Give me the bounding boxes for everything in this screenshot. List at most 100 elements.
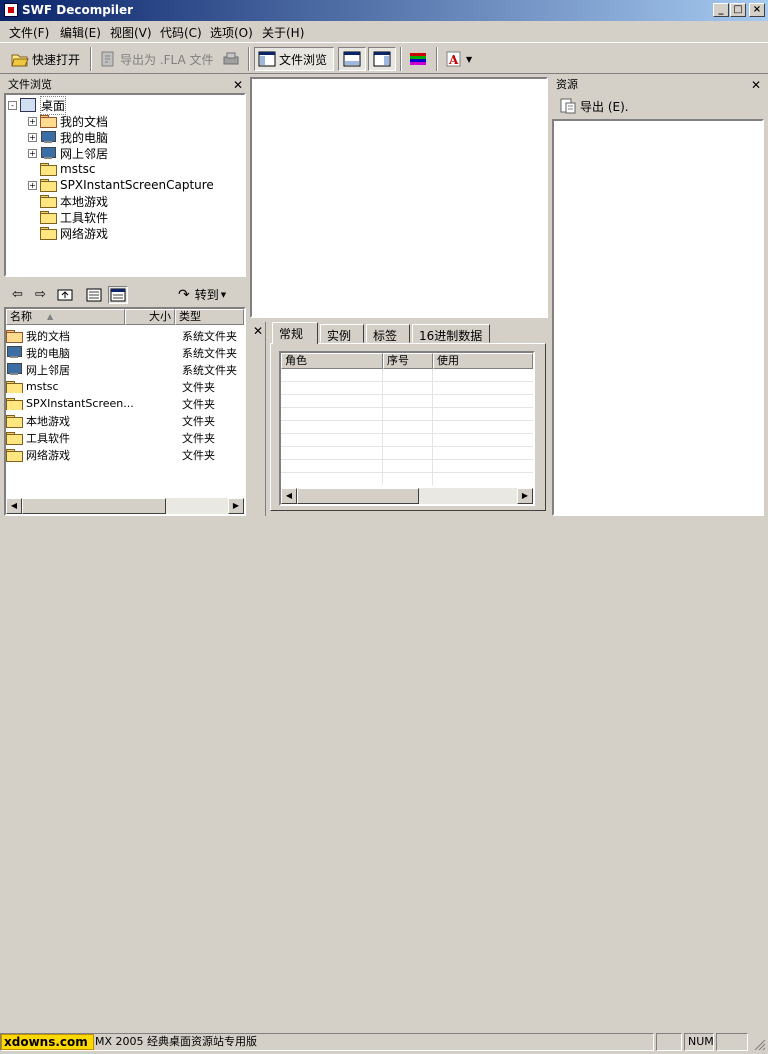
file-row[interactable]: 工具软件 文件夹 [6, 429, 242, 446]
tree-node[interactable]: 本地游戏 [28, 193, 108, 209]
panel-right-toggle[interactable] [368, 47, 396, 71]
quick-open-button[interactable]: 快速打开 [8, 47, 80, 71]
menu-edit[interactable]: 编辑(E) [60, 24, 101, 41]
menu-options[interactable]: 选项(O) [210, 24, 253, 41]
scroll-right-icon[interactable]: ▶ [228, 498, 244, 514]
tab-hex-data[interactable]: 16进制数据 [412, 324, 490, 343]
menu-file[interactable]: 文件(F) [9, 24, 49, 41]
file-nav-toolbar: ⇦ ⇨ ↷ 转到 ▼ [4, 283, 246, 307]
expand-icon[interactable]: + [28, 180, 37, 190]
properties-panel: ✕ 常规 实例 标签 16进制数据 角色 序号 使用 ◀ ▶ [250, 322, 548, 516]
file-name: 本地游戏 [26, 414, 70, 428]
export-fla-button[interactable]: 导出为 .FLA 文件 [96, 47, 214, 71]
tree-node-label: 网上邻居 [60, 146, 109, 161]
resize-grip-icon[interactable] [752, 1037, 766, 1051]
properties-table[interactable]: 角色 序号 使用 ◀ ▶ [279, 351, 535, 506]
expand-icon[interactable]: + [28, 132, 37, 142]
properties-tabs: 常规 实例 标签 16进制数据 角色 序号 使用 ◀ ▶ [270, 322, 546, 516]
my-computer-icon [40, 130, 56, 144]
brand-badge: xdowns.com [1, 1034, 94, 1050]
file-type: 系统文件夹 [182, 346, 237, 360]
file-list-hscroll[interactable]: ◀ ▶ [6, 498, 244, 514]
column-name[interactable]: 名称 ▲ [6, 309, 125, 325]
tree-node[interactable]: mstsc [28, 161, 96, 177]
close-button[interactable]: × [749, 3, 765, 17]
my-documents-icon [40, 115, 57, 128]
file-row[interactable]: mstsc 文件夹 [6, 378, 242, 395]
column-role[interactable]: 角色 [281, 353, 383, 369]
properties-close-icon[interactable]: ✕ [253, 324, 263, 338]
details-view-icon[interactable] [108, 286, 128, 304]
tree-node[interactable]: + SPXInstantScreenCapture [28, 177, 214, 193]
file-row[interactable]: 网络游戏 文件夹 [6, 446, 242, 463]
resources-close-icon[interactable]: ✕ [751, 77, 761, 93]
color-palette-button[interactable] [405, 47, 431, 71]
file-browser-panel: 文件浏览 ✕ - 桌面 + 我的文档 + 我的电脑 + 网上邻居 mstsc + SPXInstan… [4, 77, 246, 277]
file-type: 文件夹 [182, 448, 215, 462]
tab-labels[interactable]: 标签 [366, 324, 410, 343]
folder-icon [40, 179, 57, 192]
file-list[interactable]: 名称 ▲ 大小 类型 我的文档 系统文件夹 我的电脑 系统文件夹 网上邻居 系统文件夹 mst… [4, 307, 246, 516]
minimize-button[interactable]: _ [713, 3, 729, 17]
column-usage[interactable]: 使用 [433, 353, 533, 369]
font-button[interactable]: A ▼ [442, 47, 482, 71]
tree-node[interactable]: 工具软件 [28, 209, 108, 225]
properties-scroll-left-icon[interactable]: ◀ [281, 488, 297, 504]
resources-list[interactable] [552, 119, 764, 516]
properties-scroll-right-icon[interactable]: ▶ [517, 488, 533, 504]
back-arrow-icon[interactable]: ⇦ [12, 287, 23, 302]
menu-code[interactable]: 代码(C) [160, 24, 202, 41]
title-bar[interactable]: SWF Decompiler _ □ × [0, 0, 768, 21]
menu-view[interactable]: 视图(V) [110, 24, 152, 41]
file-type: 系统文件夹 [182, 363, 237, 377]
network-icon [40, 146, 56, 160]
tree-node[interactable]: + 我的文档 [28, 113, 108, 129]
tree-node[interactable]: + 我的电脑 [28, 129, 108, 145]
menu-about[interactable]: 关于(H) [262, 24, 304, 41]
tree-node[interactable]: + 网上邻居 [28, 145, 108, 161]
file-row[interactable]: 我的电脑 系统文件夹 [6, 344, 242, 361]
properties-scroll-thumb[interactable] [297, 488, 419, 504]
tree-node[interactable]: - 桌面 [8, 95, 67, 115]
up-folder-icon[interactable] [57, 288, 73, 301]
file-row[interactable]: 本地游戏 文件夹 [6, 412, 242, 429]
tab-instances[interactable]: 实例 [320, 324, 364, 343]
column-size[interactable]: 大小 [125, 309, 175, 325]
file-row[interactable]: SPXInstantScreen... 文件夹 [6, 395, 242, 412]
export-doc-icon [559, 98, 577, 114]
folder-tree[interactable]: - 桌面 + 我的文档 + 我的电脑 + 网上邻居 mstsc + SPXInstantScreen… [4, 93, 246, 277]
file-list-scroll-thumb[interactable] [22, 498, 166, 514]
file-type: 系统文件夹 [182, 329, 237, 343]
column-index[interactable]: 序号 [383, 353, 433, 369]
expand-icon[interactable]: + [28, 148, 37, 158]
collapse-icon[interactable]: - [8, 100, 17, 110]
file-browse-toggle[interactable]: 文件浏览 [254, 47, 334, 71]
maximize-button[interactable]: □ [730, 3, 746, 17]
file-row[interactable]: 我的文档 系统文件夹 [6, 327, 242, 344]
tree-node-label: 网络游戏 [60, 226, 109, 241]
scroll-left-icon[interactable]: ◀ [6, 498, 22, 514]
tree-node-label: 本地游戏 [60, 194, 109, 209]
tree-node-label: mstsc [60, 162, 96, 176]
print-button[interactable] [219, 47, 243, 71]
column-type[interactable]: 类型 [175, 309, 244, 325]
properties-grid [281, 369, 533, 485]
expand-icon[interactable]: + [28, 116, 37, 126]
status-cell-3 [716, 1033, 748, 1051]
file-browser-close-icon[interactable]: ✕ [233, 77, 243, 93]
goto-button[interactable]: ↷ 转到 ▼ [178, 286, 226, 303]
properties-hscroll[interactable]: ◀ ▶ [281, 488, 533, 504]
status-bar: xdowns.com MX 2005 经典桌面资源站专用版 NUM [0, 516, 768, 1051]
file-row[interactable]: 网上邻居 系统文件夹 [6, 361, 242, 378]
list-view-icon[interactable] [86, 288, 102, 302]
tab-general[interactable]: 常规 [272, 322, 318, 344]
panel-bottom-toggle[interactable] [338, 47, 366, 71]
file-type: 文件夹 [182, 380, 215, 394]
tree-node-label: 我的文档 [60, 114, 109, 129]
preview-area[interactable] [250, 77, 548, 318]
file-name: SPXInstantScreen... [26, 397, 134, 410]
file-name: 我的文档 [26, 329, 70, 343]
forward-arrow-icon[interactable]: ⇨ [35, 287, 46, 302]
tree-node[interactable]: 网络游戏 [28, 225, 108, 241]
resources-export-button[interactable]: 导出 (E). [556, 96, 629, 116]
